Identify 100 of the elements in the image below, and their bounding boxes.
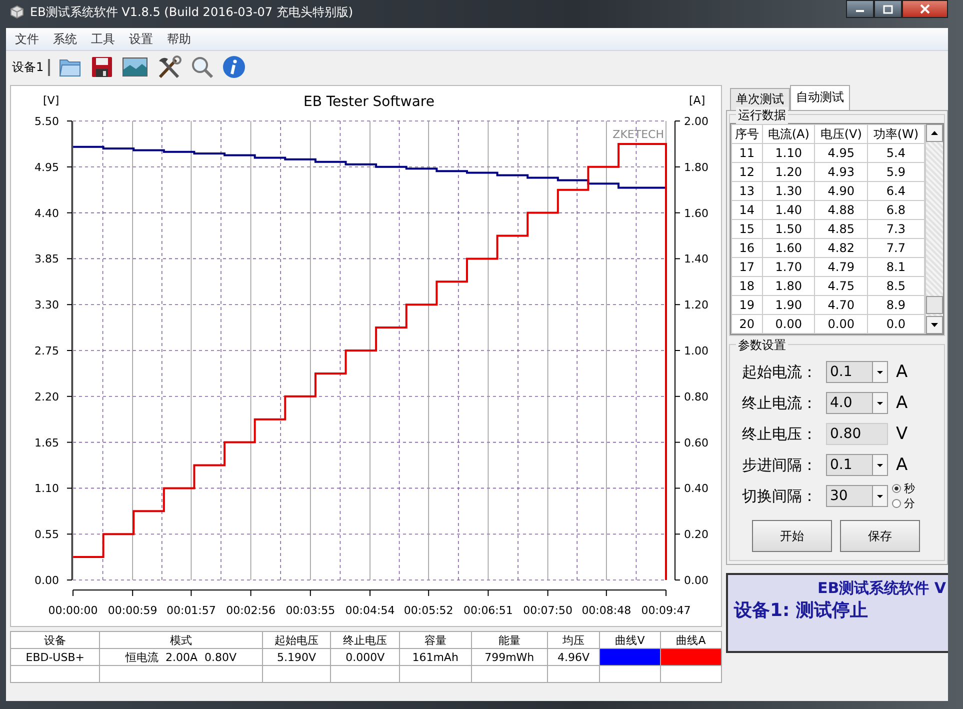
close-icon[interactable] (919, 4, 931, 14)
dropdown[interactable]: 0.1 (826, 361, 888, 383)
input-field[interactable]: 0.80 (826, 423, 888, 445)
table-cell: 161mAh (399, 648, 472, 666)
window-title: EB测试系统软件 V1.8.5 (Build 2016-03-07 充电头特别版) (30, 4, 354, 20)
table-cell: 4.93 (814, 162, 868, 182)
maximize-icon[interactable] (883, 4, 893, 14)
radio-option[interactable]: 秒 (892, 481, 915, 496)
info-icon[interactable] (222, 55, 246, 79)
table-cell: 14 (732, 200, 762, 220)
brand-label: ZKETECH (612, 128, 664, 141)
maximize-button[interactable] (874, 0, 902, 18)
axis-tick-label: 00:05:52 (404, 604, 454, 617)
scrollbar[interactable] (925, 124, 943, 334)
axis-tick-label: 0.00 (684, 574, 708, 587)
column-header: 电流(A) (762, 124, 815, 144)
dropdown[interactable]: 30 (826, 485, 888, 507)
table-cell: 19 (732, 296, 762, 314)
table-cell: 1.30 (762, 182, 815, 200)
search-icon[interactable] (190, 55, 214, 79)
axis-tick-label: 00:00:00 (48, 604, 98, 617)
column-header: 电压(V) (814, 124, 868, 144)
axis-tick-label: 1.65 (34, 436, 59, 450)
axis-tick-label: 00:07:50 (523, 604, 572, 617)
device-tab[interactable]: 设备1 (12, 58, 50, 76)
tab[interactable]: 自动测试 (790, 85, 850, 110)
dropdown[interactable]: 0.1 (826, 454, 888, 476)
column-header: 均压 (548, 632, 600, 648)
column-header: 能量 (471, 632, 548, 648)
axis-tick-label: 0.20 (684, 528, 708, 542)
table-cell: 4.88 (814, 200, 868, 220)
action-button[interactable]: 开始 (752, 520, 832, 552)
action-button[interactable]: 保存 (840, 520, 920, 552)
axis-tick-label: 00:06:51 (464, 604, 513, 617)
table-cell: 4.79 (814, 258, 868, 276)
caret-icon[interactable] (872, 455, 887, 475)
axis-tick-label: 1.20 (684, 298, 708, 312)
axis-tick-label: 4.95 (34, 160, 59, 174)
axis-title: [V] (43, 94, 60, 107)
caret-icon[interactable] (872, 486, 887, 506)
table-cell: 0.00 (762, 314, 815, 334)
field-label: 终止电流： (742, 394, 818, 412)
chart-title: EB Tester Software (304, 94, 434, 110)
axis-tick-label: 0.60 (684, 436, 708, 450)
column-header: 序号 (732, 124, 762, 144)
axis-tick-label: 0.80 (684, 390, 708, 404)
unit-label: A (895, 455, 908, 475)
column-header: 功率(W) (867, 124, 924, 144)
menu-item[interactable]: 帮助 (160, 30, 198, 48)
axis-tick-label: 00:08:48 (582, 604, 632, 617)
axis-tick-label: 5.50 (34, 115, 59, 128)
table-cell: 20 (732, 314, 762, 334)
table-cell: 4.90 (814, 182, 868, 200)
radio-option[interactable]: 分 (892, 496, 915, 511)
column-header: 设备 (10, 632, 100, 648)
dropdown[interactable]: 4.0 (826, 392, 888, 414)
field-label: 起始电流： (742, 362, 818, 382)
table-cell: 18 (732, 276, 762, 296)
axis-tick-label: 0.00 (34, 574, 59, 587)
caret-icon[interactable] (872, 362, 887, 382)
column-header: 容量 (399, 632, 472, 648)
status-text: EB测试系统软件 V (816, 579, 947, 598)
close-button[interactable] (902, 0, 948, 18)
axis-tick-label: 1.40 (684, 252, 708, 266)
table-cell: 1.20 (762, 162, 815, 182)
axis-tick-label: 1.60 (684, 206, 708, 220)
table-cell: 1.10 (762, 144, 815, 162)
axis-tick-label: 4.40 (34, 206, 59, 220)
menu-item[interactable]: 设置 (122, 30, 160, 48)
axis-tick-label: 0.55 (34, 528, 59, 542)
unit-label: V (895, 424, 908, 444)
menu-item[interactable]: 系统 (46, 30, 84, 48)
menu-item[interactable]: 工具 (84, 30, 122, 48)
caret-icon[interactable] (872, 393, 887, 413)
menu-item[interactable]: 文件 (8, 30, 46, 48)
field-label: 终止电压： (742, 424, 818, 444)
group-title: 运行数据 (736, 107, 788, 124)
table-cell: 1.80 (762, 276, 815, 296)
table-cell: 16 (732, 238, 762, 258)
column-header: 模式 (100, 632, 262, 648)
table-cell: 13 (732, 182, 762, 200)
table-cell: 4.70 (814, 296, 868, 314)
axis-tick-label: 00:09:47 (641, 604, 691, 617)
axis-tick-label: 00:01:57 (166, 604, 216, 617)
axis-title: [A] (689, 94, 706, 107)
axis-tick-label: 1.80 (684, 160, 708, 174)
table-cell: 15 (732, 220, 762, 238)
status-text: 设备1: 测试停止 (734, 599, 869, 622)
axis-tick-label: 1.10 (34, 482, 59, 496)
landscape-picture-icon[interactable] (122, 56, 148, 78)
table-cell: 1.90 (762, 296, 815, 314)
table-cell: 恒电流 2.00A 0.80V (100, 648, 262, 666)
table-cell: 4.95 (814, 144, 868, 162)
axis-tick-label: 3.30 (34, 298, 59, 312)
axis-tick-label: 0.40 (684, 482, 708, 496)
unit-label: A (895, 393, 908, 413)
axis-tick-label: 2.00 (684, 115, 708, 128)
scrollbar-thumb[interactable] (926, 296, 943, 314)
minimize-button[interactable] (846, 0, 874, 18)
table-cell: 1.60 (762, 238, 815, 258)
